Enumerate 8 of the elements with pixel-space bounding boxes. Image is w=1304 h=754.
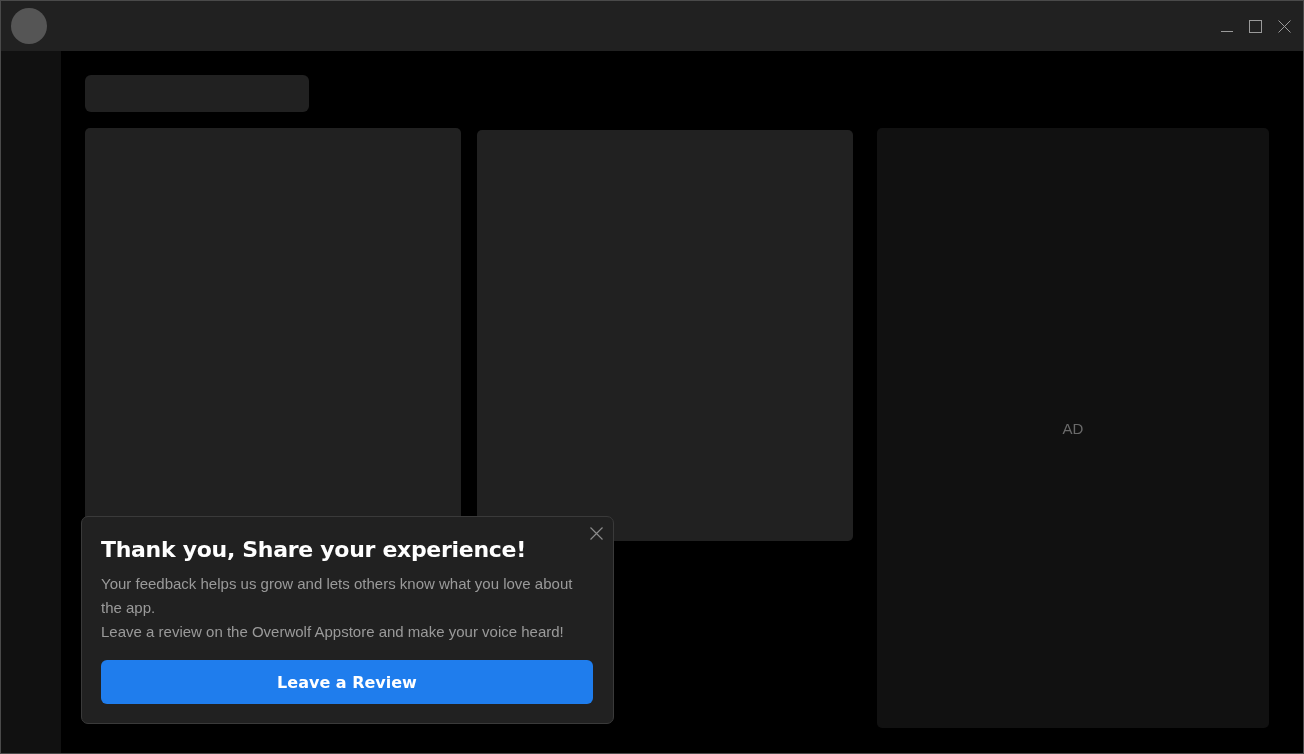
popup-text: Your feedback helps us grow and lets others know what you love about the app. — [101, 574, 574, 618]
popup-text: Leave a review on the Overwolf Appstore and make your voice heard! — [101, 622, 565, 642]
close-icon[interactable] — [1278, 19, 1291, 33]
leave-review-button[interactable]: Leave a Review — [101, 660, 593, 704]
close-icon[interactable] — [590, 527, 603, 540]
popup-title: Thank you, Share your experience! — [101, 537, 527, 562]
ad-label: AD — [1062, 419, 1084, 437]
maximize-icon[interactable] — [1249, 19, 1262, 33]
